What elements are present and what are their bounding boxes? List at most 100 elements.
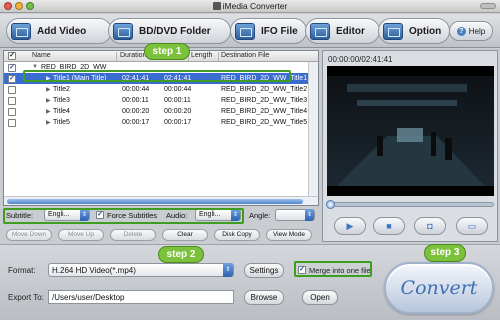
delete-button[interactable]: Delete (110, 229, 156, 241)
snapshot-button[interactable]: ◘ (414, 217, 446, 235)
help-button[interactable]: ? Help (449, 21, 493, 41)
row-checkbox[interactable]: ✓ (8, 74, 16, 83)
settings-button[interactable]: Settings (244, 263, 284, 278)
angle-select[interactable]: ⇕ (275, 209, 315, 221)
row-length: 00:00:20 (164, 107, 192, 115)
row-length: 00:00:11 (164, 96, 191, 104)
row-destination: RED_BIRD_2D_WW_Title2 (221, 85, 308, 93)
play-icon: ▶ (346, 220, 354, 231)
film-icon (11, 22, 31, 40)
convert-button[interactable]: Convert (384, 262, 494, 314)
gear-icon (383, 22, 403, 40)
vertical-scrollbar[interactable] (308, 62, 318, 197)
open-button[interactable]: Open (302, 290, 338, 305)
row-destination: RED_BIRD_2D_WW_Title5 (221, 118, 308, 126)
row-duration: 00:00:11 (122, 96, 149, 104)
format-value: H.264 HD Video(*.mp4) (52, 266, 136, 275)
option-button[interactable]: Option (378, 18, 450, 44)
row-name: Title4 (53, 107, 70, 115)
add-video-label: Add Video (37, 25, 87, 37)
toolbar: Add Video BD/DVD Folder IFO File Editor … (0, 14, 500, 48)
row-checkbox[interactable] (8, 118, 16, 127)
column-duration[interactable]: Duration (120, 52, 146, 59)
seek-knob[interactable] (326, 200, 335, 209)
horizontal-scroll-thumb[interactable] (7, 199, 303, 204)
option-label: Option (409, 25, 442, 37)
view-mode-button[interactable]: View Mode (266, 229, 312, 241)
options-highlight (3, 208, 244, 224)
row-length: 00:00:44 (164, 85, 192, 93)
row-checkbox[interactable] (8, 85, 16, 94)
window-title-wrap: iMedia Converter (0, 1, 500, 11)
step2-badge: step 2 (158, 246, 204, 263)
title-bar: iMedia Converter (0, 0, 500, 13)
chevron-updown-icon: ⇕ (223, 263, 233, 277)
table-row[interactable]: ▶ Title5 00:00:17 00:00:17 RED_BIRD_2D_W… (4, 117, 318, 128)
table-row[interactable]: ▶ Title3 00:00:11 00:00:11 RED_BIRD_2D_W… (4, 95, 318, 106)
video-frame-image (327, 66, 494, 196)
row-destination: RED_BIRD_2D_WW_Title4 (221, 107, 308, 115)
column-name[interactable]: Name (32, 52, 51, 59)
column-divider (218, 52, 219, 61)
row-checkbox[interactable] (8, 96, 16, 105)
play-button[interactable]: ▶ (334, 217, 366, 235)
stop-icon: ■ (386, 220, 392, 231)
table-row[interactable]: ▶ Title4 00:00:20 00:00:20 RED_BIRD_2D_W… (4, 106, 318, 117)
ifo-file-button[interactable]: IFO File (230, 18, 307, 44)
disclosure-right-icon[interactable]: ▶ (46, 97, 51, 104)
row-name: Title3 (53, 96, 70, 104)
row-checkbox[interactable] (8, 107, 16, 116)
group-checkbox[interactable]: ✓ (8, 63, 16, 72)
column-destination[interactable]: Destination File (221, 52, 269, 59)
preview-panel: 00:00:00/02:41:41 ▶ ■ ◘ ▭ (322, 50, 498, 242)
editor-button[interactable]: Editor (305, 18, 380, 44)
merge-highlight (294, 261, 372, 277)
disclosure-down-icon[interactable]: ▼ (32, 64, 38, 70)
row-name: Title2 (53, 85, 70, 93)
move-down-button[interactable]: Move Down (6, 229, 52, 241)
seek-slider[interactable] (326, 200, 494, 209)
clear-button[interactable]: Clear (162, 229, 208, 241)
row-destination: RED_BIRD_2D_WW_Title3 (221, 96, 308, 104)
disclosure-right-icon[interactable]: ▶ (46, 119, 51, 126)
open-folder-button[interactable]: ▭ (456, 217, 488, 235)
ifo-file-label: IFO File (261, 25, 298, 37)
format-select[interactable]: H.264 HD Video(*.mp4) ⇕ (48, 263, 234, 277)
row-duration: 00:00:17 (122, 118, 150, 126)
editor-label: Editor (336, 25, 365, 37)
column-length[interactable]: Length (191, 52, 212, 59)
disclosure-right-icon[interactable]: ▶ (46, 86, 51, 93)
folder-icon (113, 22, 133, 40)
format-label: Format: (8, 266, 36, 275)
row-duration: 00:00:20 (122, 107, 150, 115)
export-path-field[interactable]: /Users/user/Desktop (48, 290, 234, 304)
export-to-label: Export To: (8, 293, 44, 302)
move-up-button[interactable]: Move Up (58, 229, 104, 241)
video-preview (327, 66, 494, 196)
app-icon (212, 2, 221, 10)
add-video-button[interactable]: Add Video (6, 18, 112, 44)
edit-icon (310, 22, 330, 40)
help-icon: ? (456, 26, 466, 36)
disclosure-right-icon[interactable]: ▶ (46, 108, 51, 115)
toolbar-toggle-button[interactable] (480, 3, 496, 9)
bd-dvd-folder-label: BD/DVD Folder (139, 25, 211, 37)
browse-button[interactable]: Browse (244, 290, 284, 305)
disk-copy-button[interactable]: Disk Copy (214, 229, 260, 241)
window-title: iMedia Converter (222, 1, 288, 11)
bd-dvd-folder-button[interactable]: BD/DVD Folder (108, 18, 231, 44)
file-icon (235, 22, 255, 40)
step3-badge: step 3 (424, 244, 466, 262)
step1-highlight (23, 70, 291, 82)
stop-button[interactable]: ■ (373, 217, 405, 235)
row-duration: 00:00:44 (122, 85, 150, 93)
row-length: 00:00:17 (164, 118, 192, 126)
column-divider (116, 52, 117, 61)
help-label: Help (468, 26, 486, 36)
horizontal-scrollbar[interactable] (4, 196, 318, 205)
select-all-checkbox[interactable]: ✓ (8, 52, 16, 60)
preview-time: 00:00:00/02:41:41 (328, 55, 393, 64)
camera-icon: ◘ (427, 220, 433, 231)
table-row[interactable]: ▶ Title2 00:00:44 00:00:44 RED_BIRD_2D_W… (4, 84, 318, 95)
row-name: Title5 (53, 118, 70, 126)
